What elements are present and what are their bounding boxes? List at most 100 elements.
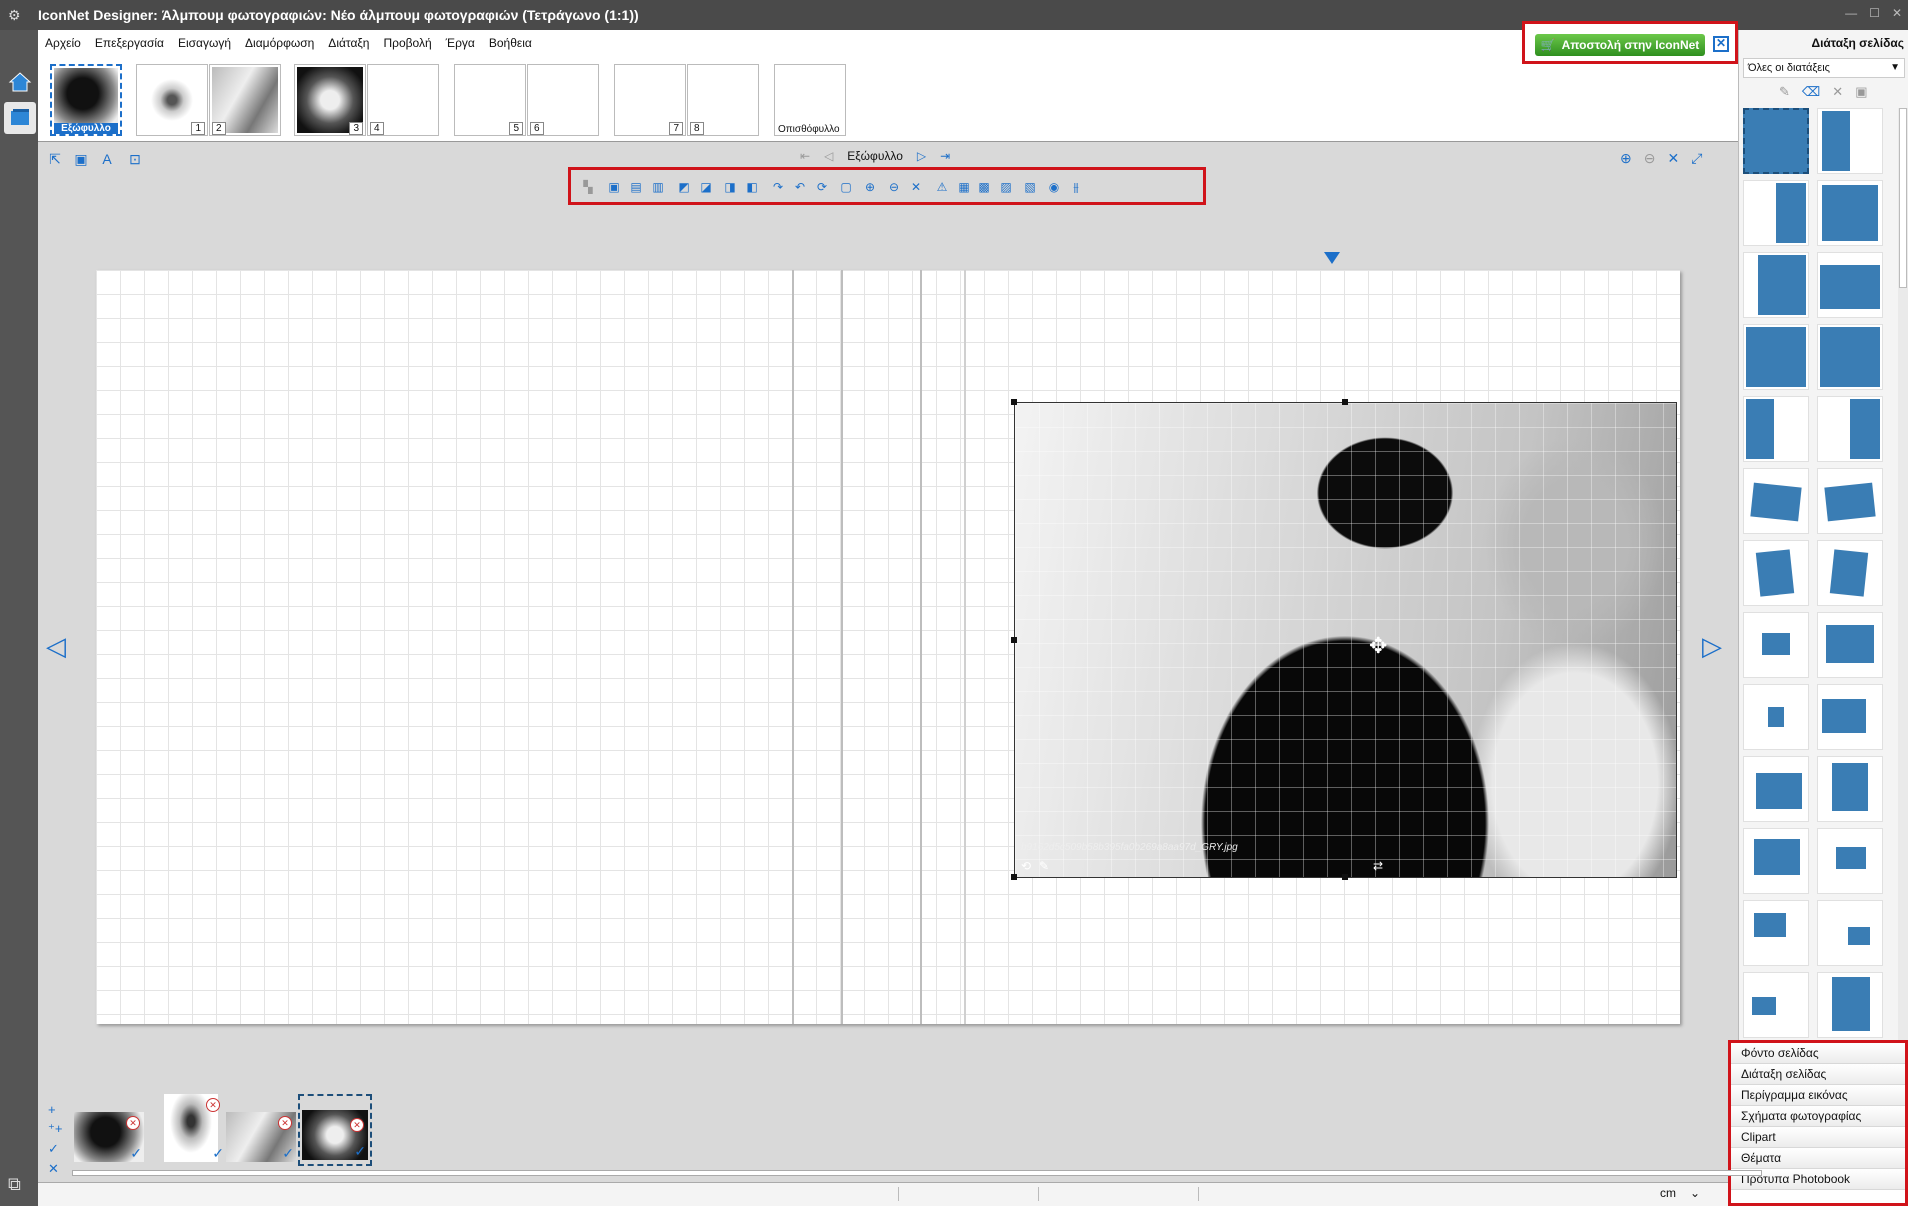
page-thumb-8[interactable]: 8 <box>687 64 759 136</box>
photo-frame[interactable]: ✥ b9162d5c509b58b395fa0b269a8aa97d_GRY.j… <box>1014 402 1677 878</box>
last-page-icon[interactable]: ⇥ <box>940 149 950 163</box>
resize-handle[interactable] <box>1011 399 1017 405</box>
stretch-icon[interactable]: ▥ <box>649 178 667 196</box>
layout-tile[interactable] <box>1743 180 1809 246</box>
menu-arrange[interactable]: Διάταξη <box>327 34 370 52</box>
rotate-left-icon[interactable]: ↶ <box>791 178 809 196</box>
bring-front-icon[interactable]: ◩ <box>675 178 693 196</box>
image-zoom-in-icon[interactable]: ⊕ <box>861 178 879 196</box>
layout-tile[interactable] <box>1817 252 1883 318</box>
auto-fill-icon[interactable]: ✓ <box>48 1141 62 1157</box>
remove-icon[interactable]: ✕ <box>350 1118 364 1132</box>
layout-tile[interactable] <box>1817 828 1883 894</box>
adjust-icon[interactable]: ⫵ <box>1067 178 1085 196</box>
menu-format[interactable]: Διαμόρφωση <box>244 34 315 52</box>
tray-scrollbar[interactable] <box>72 1170 1762 1176</box>
page-thumb-back[interactable]: Οπισθόφυλλο <box>774 64 846 136</box>
layout-tile[interactable] <box>1743 324 1809 390</box>
add-text-icon[interactable]: A <box>98 150 116 168</box>
layout-tile[interactable] <box>1817 540 1883 606</box>
layout-tile[interactable] <box>1743 684 1809 750</box>
menu-edit[interactable]: Επεξεργασία <box>94 34 165 52</box>
layout-tile[interactable] <box>1817 972 1883 1038</box>
scrollbar-thumb[interactable] <box>1899 108 1907 288</box>
image-effect-3-icon[interactable]: ▨ <box>997 178 1015 196</box>
bring-forward-icon[interactable]: ◪ <box>697 178 715 196</box>
remove-icon[interactable]: ✕ <box>206 1098 220 1112</box>
accordion-clipart[interactable]: Clipart <box>1731 1127 1905 1148</box>
layout-scrollbar[interactable] <box>1898 108 1908 1088</box>
tray-photo[interactable]: ✕ ✓ <box>224 1094 298 1166</box>
page-thumb-2[interactable]: 2 <box>209 64 281 136</box>
rotate-free-icon[interactable]: ⟳ <box>813 178 831 196</box>
page-thumb-6[interactable]: 6 <box>527 64 599 136</box>
menu-insert[interactable]: Εισαγωγή <box>177 34 232 52</box>
close-icon[interactable]: ✕ <box>1892 6 1902 20</box>
fullscreen-icon[interactable]: ⤢ <box>1691 150 1702 167</box>
menu-help[interactable]: Βοήθεια <box>488 34 533 52</box>
accordion-photo-shapes[interactable]: Σχήματα φωτογραφίας <box>1731 1106 1905 1127</box>
accordion-themes[interactable]: Θέματα <box>1731 1148 1905 1169</box>
select-tool-icon[interactable]: ⇱ <box>46 150 64 168</box>
layout-tile[interactable] <box>1817 324 1883 390</box>
resize-handle[interactable] <box>1342 399 1348 405</box>
layout-tile[interactable] <box>1743 828 1809 894</box>
layout-tile[interactable] <box>1817 108 1883 174</box>
layout-tile[interactable] <box>1817 756 1883 822</box>
layout-tile[interactable] <box>1817 468 1883 534</box>
replace-photo-icon[interactable]: ⟲ <box>1021 859 1035 873</box>
remove-photo-icon[interactable]: ✕ <box>48 1161 62 1177</box>
tray-photo-selected[interactable]: ✕ ✓ <box>298 1094 372 1166</box>
layout-tile[interactable] <box>1743 972 1809 1038</box>
send-to-iconnet-button[interactable]: 🛒 Αποστολή στην IconNet <box>1535 34 1705 56</box>
tray-photo[interactable]: ✕ ✓ <box>72 1094 146 1166</box>
windows-icon[interactable]: ⧉ <box>8 1174 32 1198</box>
layout-tile[interactable] <box>1743 252 1809 318</box>
zoom-out-icon[interactable]: ⊖ <box>1644 150 1656 167</box>
send-back-icon[interactable]: ◧ <box>743 178 761 196</box>
add-folder-icon[interactable]: ⁺+ <box>48 1121 62 1137</box>
layout-tile[interactable] <box>1743 900 1809 966</box>
page-thumb-1[interactable]: 1 <box>136 64 208 136</box>
accordion-page-background[interactable]: Φόντο σελίδας <box>1731 1043 1905 1064</box>
menu-file[interactable]: Αρχείο <box>44 34 82 52</box>
image-fit-icon[interactable]: ✕ <box>907 178 925 196</box>
zoom-in-icon[interactable]: ⊕ <box>1620 150 1632 167</box>
menu-view[interactable]: Προβολή <box>382 34 432 52</box>
page-thumb-3[interactable]: 3 <box>294 64 366 136</box>
align-icon[interactable]: ▚ <box>579 178 597 196</box>
accordion-page-layout[interactable]: Διάταξη σελίδας <box>1731 1064 1905 1085</box>
layout-tile[interactable] <box>1743 468 1809 534</box>
page-thumb-4[interactable]: 4 <box>367 64 439 136</box>
send-backward-icon[interactable]: ◨ <box>721 178 739 196</box>
page-thumb-7[interactable]: 7 <box>614 64 686 136</box>
add-photo-icon[interactable]: + <box>48 1102 62 1117</box>
layout-tile[interactable] <box>1817 396 1883 462</box>
layout-tile[interactable] <box>1817 900 1883 966</box>
remove-icon[interactable]: ✕ <box>278 1116 292 1130</box>
layout-tile[interactable] <box>1817 612 1883 678</box>
layout-tile[interactable] <box>1743 756 1809 822</box>
next-page-icon[interactable]: ▷ <box>917 149 926 163</box>
first-page-icon[interactable]: ⇤ <box>800 149 810 163</box>
resize-handle[interactable] <box>1342 874 1348 880</box>
layout-tile[interactable] <box>1817 684 1883 750</box>
layout-filter-select[interactable]: Όλες οι διατάξεις ▼ <box>1743 58 1905 78</box>
image-effect-2-icon[interactable]: ▩ <box>975 178 993 196</box>
edit-layout-icon[interactable]: ✎ <box>1779 84 1790 100</box>
unit-select[interactable]: cm ⌄ <box>1660 1186 1700 1204</box>
swap-photo-icon[interactable]: ⇄ <box>1373 859 1387 873</box>
layout-tile[interactable] <box>1817 180 1883 246</box>
close-send-icon[interactable]: ✕ <box>1713 36 1729 52</box>
save-layout-icon[interactable]: ▣ <box>1855 84 1867 100</box>
resize-handle[interactable] <box>1011 637 1017 643</box>
image-effect-1-icon[interactable]: ▦ <box>955 178 973 196</box>
image-zoom-out-icon[interactable]: ⊖ <box>885 178 903 196</box>
layout-tile[interactable] <box>1743 540 1809 606</box>
page-thumb-5[interactable]: 5 <box>454 64 526 136</box>
gradient-icon[interactable]: ▧ <box>1021 178 1039 196</box>
edit-photo-icon[interactable]: ✎ <box>1039 859 1053 873</box>
add-frame-icon[interactable]: ⊡ <box>126 150 144 168</box>
resize-handle[interactable] <box>1011 874 1017 880</box>
page-thumb-cover[interactable]: Εξώφυλλο <box>50 64 122 136</box>
